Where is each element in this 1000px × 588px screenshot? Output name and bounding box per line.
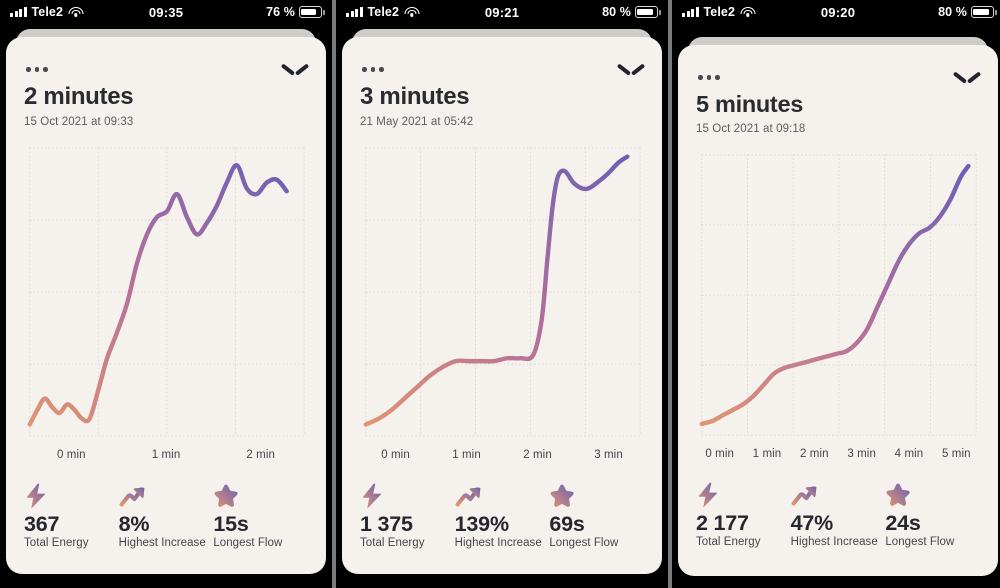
status-bar: Tele2 09:21 80 % bbox=[336, 0, 668, 24]
x-axis-tick: 4 min bbox=[894, 448, 924, 460]
x-axis-tick: 1 min bbox=[452, 449, 481, 461]
more-options-icon[interactable] bbox=[24, 59, 48, 72]
stat-highest-increase: 8% Highest Increase bbox=[119, 483, 214, 549]
status-bar: Tele2 09:35 76 % bbox=[0, 0, 332, 24]
status-clock: 09:35 bbox=[148, 4, 184, 20]
stat-highest-increase: 139% Highest Increase bbox=[455, 483, 550, 549]
stat-label: Total Energy bbox=[696, 536, 761, 549]
x-axis-tick: 0 min bbox=[57, 449, 86, 461]
stat-highest-increase: 47% Highest Increase bbox=[791, 482, 886, 548]
stat-label: Total Energy bbox=[360, 537, 425, 550]
phone-screen-2: Tele2 09:21 80 % 3 minutes 21 May 2021 at 05… bbox=[336, 0, 668, 588]
stat-total-energy: 2 177 Total Energy bbox=[696, 482, 791, 548]
x-axis-tick: 0 min bbox=[705, 448, 734, 460]
chevron-down-icon[interactable] bbox=[282, 61, 308, 77]
session-card[interactable]: 3 minutes 21 May 2021 at 05:42 0 min 1 min 2… bbox=[342, 37, 662, 574]
chart-x-axis: 0 min 1 min 2 min 3 min bbox=[360, 449, 644, 461]
card-stage: 2 minutes 15 Oct 2021 at 09:33 0 min 1 min 2… bbox=[0, 24, 332, 588]
stat-longest-flow: 69s Longest Flow bbox=[549, 483, 644, 549]
x-axis-tick: 0 min bbox=[381, 449, 410, 461]
status-clock: 09:21 bbox=[484, 4, 520, 20]
stats-row: 1 375 Total Energy 139% Highest Increase 69s… bbox=[360, 483, 644, 549]
session-chart bbox=[696, 149, 980, 439]
stats-row: 2 177 Total Energy 47% Highest Increase 24s L… bbox=[696, 482, 980, 548]
stat-value: 47% bbox=[790, 511, 834, 535]
stat-label: Highest Increase bbox=[454, 537, 542, 550]
x-axis-tick: 2 min bbox=[246, 449, 275, 461]
session-card[interactable]: 2 minutes 15 Oct 2021 at 09:33 0 min 1 min 2… bbox=[6, 37, 326, 574]
chart-x-axis: 0 min 1 min 2 min 3 min 4 min 5 min bbox=[696, 448, 980, 460]
chevron-down-icon[interactable] bbox=[618, 61, 644, 77]
session-timestamp: 15 Oct 2021 at 09:18 bbox=[696, 123, 806, 135]
screenshot-collage: Tele2 09:35 76 % 2 minutes 15 Oct 2021 at 09… bbox=[0, 0, 1000, 588]
lightning-bolt-icon bbox=[696, 482, 791, 508]
x-axis-tick: 2 min bbox=[800, 448, 829, 460]
trending-up-icon bbox=[791, 482, 886, 508]
phone-screen-3: Tele2 09:20 80 % 5 minutes 15 Oct 2021 at 09… bbox=[672, 0, 1000, 588]
phone-screen-1: Tele2 09:35 76 % 2 minutes 15 Oct 2021 at 09… bbox=[0, 0, 332, 588]
stat-total-energy: 367 Total Energy bbox=[24, 483, 119, 549]
x-axis-tick: 2 min bbox=[523, 449, 552, 461]
session-chart bbox=[360, 142, 644, 440]
x-axis-tick: 3 min bbox=[847, 448, 876, 460]
stat-value: 24s bbox=[885, 511, 921, 535]
more-options-icon[interactable] bbox=[360, 59, 384, 72]
x-axis-tick: 5 min bbox=[941, 448, 971, 460]
stats-row: 367 Total Energy 8% Highest Increase 15s Long… bbox=[24, 483, 308, 549]
chevron-down-icon[interactable] bbox=[954, 69, 980, 85]
trending-up-icon bbox=[119, 483, 214, 509]
battery-icon bbox=[971, 6, 997, 18]
status-bar: Tele2 09:20 80 % bbox=[672, 0, 1000, 24]
session-card[interactable]: 5 minutes 15 Oct 2021 at 09:18 0 min 1 min 2… bbox=[678, 45, 998, 576]
stat-value: 15s bbox=[213, 512, 249, 536]
stat-longest-flow: 24s Longest Flow bbox=[885, 482, 980, 548]
stat-total-energy: 1 375 Total Energy bbox=[360, 483, 455, 549]
card-stage: 5 minutes 15 Oct 2021 at 09:18 0 min 1 min 2… bbox=[672, 24, 1000, 588]
stat-label: Total Energy bbox=[24, 537, 89, 550]
stat-longest-flow: 15s Longest Flow bbox=[213, 483, 308, 549]
chart-x-axis: 0 min 1 min 2 min bbox=[24, 449, 308, 461]
battery-icon bbox=[299, 6, 325, 18]
star-icon bbox=[885, 482, 980, 508]
session-timestamp: 21 May 2021 at 05:42 bbox=[360, 116, 474, 128]
stat-value: 8% bbox=[118, 512, 150, 536]
page-title: 2 minutes bbox=[24, 83, 134, 110]
stat-label: Highest Increase bbox=[118, 537, 206, 550]
page-title: 5 minutes bbox=[696, 91, 803, 117]
lightning-bolt-icon bbox=[360, 483, 455, 509]
battery-icon bbox=[635, 6, 661, 18]
x-axis-tick: 1 min bbox=[752, 448, 782, 460]
page-title: 3 minutes bbox=[360, 83, 470, 110]
more-options-icon[interactable] bbox=[696, 67, 720, 80]
star-icon bbox=[213, 483, 308, 509]
stat-label: Highest Increase bbox=[790, 536, 878, 549]
stat-value: 1 375 bbox=[360, 512, 413, 536]
card-stage: 3 minutes 21 May 2021 at 05:42 0 min 1 min 2… bbox=[336, 24, 668, 588]
stat-value: 139% bbox=[454, 512, 509, 536]
stat-value: 2 177 bbox=[696, 511, 749, 535]
stat-value: 69s bbox=[549, 512, 585, 536]
stat-label: Longest Flow bbox=[549, 537, 619, 550]
session-timestamp: 15 Oct 2021 at 09:33 bbox=[24, 116, 134, 128]
stat-value: 367 bbox=[24, 512, 60, 536]
x-axis-tick: 1 min bbox=[151, 449, 181, 461]
stat-label: Longest Flow bbox=[885, 536, 955, 549]
x-axis-tick: 3 min bbox=[594, 449, 623, 461]
status-clock: 09:20 bbox=[820, 4, 856, 20]
session-chart bbox=[24, 142, 308, 440]
star-icon bbox=[549, 483, 644, 509]
lightning-bolt-icon bbox=[24, 483, 119, 509]
trending-up-icon bbox=[455, 483, 550, 509]
stat-label: Longest Flow bbox=[213, 537, 283, 550]
